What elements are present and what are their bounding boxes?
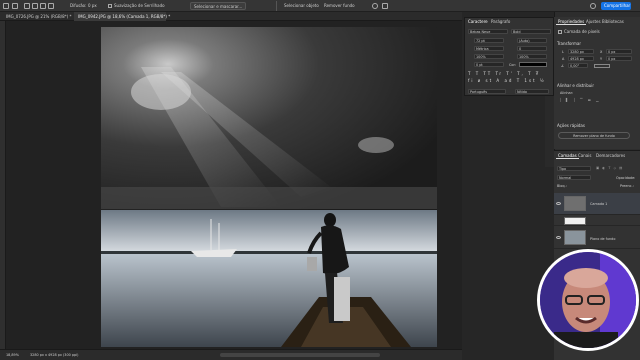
new-selection-icon[interactable] [24,3,30,9]
filter-icons[interactable]: ▣ ◐ T ◇ ▤ [596,166,623,170]
layer-thumbnail [564,230,586,245]
tab-document-1[interactable]: IMG_0726.JPG @ 21% (RGB/8*) * [2,12,72,21]
tracking-field[interactable]: 0 [517,46,547,51]
kerning-field[interactable]: Métrica [474,46,504,51]
angle-icon: ∠ [561,64,565,68]
angle-field[interactable]: 0,00° [568,63,588,68]
remove-background-action-button[interactable]: Remover plano de fundo [558,132,630,139]
tab-properties[interactable]: Propriedades [556,17,587,25]
horizontal-scale-field[interactable]: 100% [517,54,547,59]
divider [276,1,277,11]
layer-row-background[interactable]: Plano de fundo [554,227,640,249]
transform-section-title[interactable]: Transformar [557,41,581,46]
layer-thumbnail [564,196,586,211]
subtract-selection-icon[interactable] [40,3,46,9]
document-tabs: IMG_0726.JPG @ 21% (RGB/8*) * IMG_0942.J… [0,12,462,21]
baseline-shift-field[interactable]: 0 pt [474,62,504,67]
document-dimensions: 3280 px x 4928 px (300 ppi) [30,353,79,357]
lock-label: Bloq.: [557,184,567,188]
leading-field[interactable]: (Auto) [517,38,547,43]
lasso-tool-icon[interactable] [12,3,18,9]
search-icon[interactable] [372,3,378,9]
pixel-layer-icon [558,30,562,34]
tab-paragraph[interactable]: Parágrafo [491,19,510,24]
feather-value[interactable]: 0 px [88,3,97,8]
align-section-title[interactable]: Alinhar e distribuir [557,83,594,88]
layer-row-camada-1[interactable]: Camada 1 [554,193,640,215]
x-field[interactable]: 0 px [606,49,632,54]
visibility-eye-icon[interactable] [556,202,561,205]
opacity-label[interactable]: Opacidade: [616,176,635,180]
mask-thumbnail[interactable] [564,217,586,225]
help-icon[interactable] [590,3,596,9]
intersect-selection-icon[interactable] [48,3,54,9]
fill-label[interactable]: Preenc.: [620,184,634,188]
anti-alias-checkbox[interactable] [108,4,112,8]
select-subject-button[interactable]: Selecionar objeto [284,3,319,8]
zoom-level[interactable]: 18,89% [6,353,19,357]
height-field[interactable]: 4928 px [568,56,594,61]
flip-icons[interactable] [594,64,610,68]
photo-composite [101,27,437,347]
opentype-buttons[interactable]: fi ø st A ad T 1st ½ [468,78,546,83]
language-select[interactable]: Português [468,89,506,94]
tab-libraries[interactable]: Bibliotecas [600,17,626,25]
layer-name[interactable]: Plano de fundo [590,237,615,241]
align-buttons[interactable]: ▏▐ ▕ ▔ ▬ ▁ [560,98,601,102]
layer-type-label: Camada de pixels [564,29,600,34]
properties-panel: Propriedades Ajustes Bibliotecas Camada … [554,17,640,149]
blend-mode-select[interactable]: Normal [557,175,591,180]
options-bar: Difusão: 0 px Suavização de Serrilhado S… [0,0,640,12]
vertical-scale-field[interactable]: 100% [474,54,504,59]
y-field[interactable]: 0 px [606,56,632,61]
photoshop-window: Difusão: 0 px Suavização de Serrilhado S… [0,0,640,360]
select-and-mask-button[interactable]: Selecionar e mascarar... [190,2,247,10]
remove-background-button[interactable]: Remover fundo [324,3,355,8]
visibility-eye-icon[interactable] [556,236,561,239]
tab-channels[interactable]: Canais [576,151,593,159]
layer-mask-row [554,216,640,226]
horizontal-scrollbar[interactable] [220,353,380,357]
width-field[interactable]: 3280 px [568,49,594,54]
layer-filter-select[interactable]: Tipo [557,166,591,171]
webcam-overlay [537,249,639,351]
share-button[interactable]: Compartilhar [601,2,631,10]
text-color-swatch[interactable] [519,62,547,67]
layer-name[interactable]: Camada 1 [590,202,607,206]
tab-character[interactable]: Caractere [468,19,488,24]
font-style-select[interactable]: Bold [511,29,551,34]
home-icon[interactable] [3,3,9,9]
document-image[interactable] [101,27,437,347]
type-style-buttons[interactable]: T T TT Tr T' T, T ₮ [468,71,540,76]
status-bar: 18,89% 3280 px x 4928 px (300 ppi) [0,349,462,360]
anti-alias-label: Suavização de Serrilhado [114,3,165,8]
font-family-select[interactable]: Bebas Neue [468,29,508,34]
color-label: Cor: [509,63,516,67]
font-size-field[interactable]: 72 pt [474,38,504,43]
tab-document-2[interactable]: IMG_0942.JPG @ 18,6% (Camada 1, RGB/8*) … [74,12,170,21]
align-label: Alinhar: [560,91,574,95]
quick-actions-title[interactable]: Ações rápidas [557,123,585,128]
feather-label: Difusão: [70,3,87,8]
presenter-video [540,252,636,348]
tab-paths[interactable]: Demarcadores [594,151,627,159]
add-selection-icon[interactable] [32,3,38,9]
character-panel: Caractere Parágrafo Bebas Neue Bold 72 p… [464,17,554,96]
workspace-icon[interactable] [382,3,388,9]
anti-alias-select[interactable]: Nítido [515,89,549,94]
